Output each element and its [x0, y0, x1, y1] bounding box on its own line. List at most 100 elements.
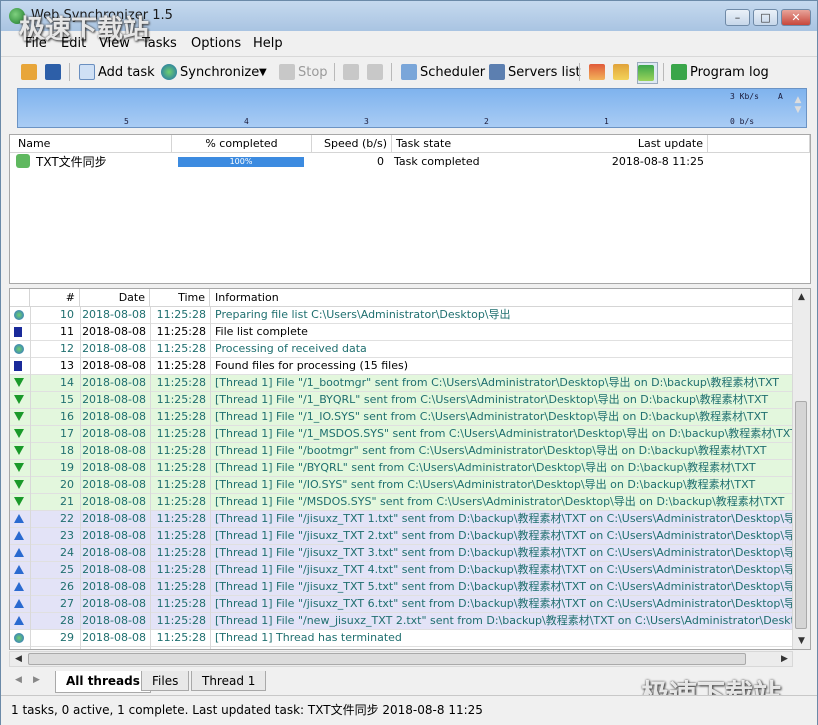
tab-scroll-right-icon[interactable]: ▶ — [33, 675, 40, 685]
scroll-left-arrow-icon[interactable]: ◀ — [10, 652, 27, 666]
toolbar-separator — [579, 63, 580, 81]
column-divider — [30, 307, 31, 649]
status-text: 1 tasks, 0 active, 1 complete. Last upda… — [11, 703, 483, 717]
move-down-button[interactable] — [367, 62, 386, 82]
log-row-time: 11:25:28 — [156, 563, 206, 576]
minimize-button[interactable]: – — [725, 9, 750, 26]
synchronize-dropdown[interactable]: ▼ — [259, 62, 267, 82]
log-row[interactable]: 18 2018-08-08 11:25:28 [Thread 1] File "/bo… — [10, 443, 794, 460]
scroll-up-arrow-icon[interactable]: ▲ — [793, 289, 810, 305]
task-name[interactable]: TXT文件同步 — [36, 154, 107, 170]
scheduler-button[interactable]: Scheduler — [401, 62, 485, 82]
menu-view[interactable]: View — [99, 36, 130, 51]
add-task-button[interactable]: Add task — [79, 62, 155, 82]
processing-icon — [14, 633, 24, 643]
log-row-info: [Thread 1] File "/BYQRL" sent from C:\Us… — [215, 461, 756, 474]
log-row[interactable]: 17 2018-08-08 11:25:28 [Thread 1] File "/1_… — [10, 426, 797, 443]
log-row[interactable]: 27 2018-08-08 11:25:28 [Thread 1] File "/ji… — [10, 596, 806, 613]
column-information[interactable]: Information — [210, 289, 794, 307]
tab-scroll-left-icon[interactable]: ◀ — [15, 675, 22, 685]
log-row[interactable]: 19 2018-08-08 11:25:28 [Thread 1] File "/BY… — [10, 460, 794, 477]
column-time[interactable]: Time — [150, 289, 210, 307]
move-up-button[interactable] — [343, 62, 362, 82]
triangle-down-icon — [14, 395, 24, 404]
log-row[interactable]: 12 2018-08-08 11:25:28 Processing of receiv… — [10, 341, 794, 358]
stop-button[interactable]: Stop — [279, 62, 328, 82]
menu-edit[interactable]: Edit — [61, 36, 86, 51]
chevron-down-icon: ▼ — [794, 105, 802, 115]
log-row-info: Preparing file list C:\Users\Administrat… — [215, 308, 511, 321]
menu-options[interactable]: Options — [191, 36, 241, 51]
column-icon[interactable] — [10, 289, 30, 307]
log-row-info: [Thread 1] File "/1_bootmgr" sent from C… — [215, 376, 780, 389]
log-row-date: 2018-08-08 — [82, 427, 146, 440]
task-sync-icon — [16, 154, 30, 168]
log-row-info: Found files for processing (15 files) — [215, 359, 409, 372]
scroll-down-arrow-icon[interactable]: ▼ — [793, 633, 810, 649]
column-speed[interactable]: Speed (b/s) — [312, 135, 392, 153]
servers-list-button[interactable]: Servers list — [489, 62, 581, 82]
program-log-button[interactable]: Program log — [671, 62, 769, 82]
priority-high-button[interactable] — [589, 62, 608, 82]
log-row[interactable]: 10 2018-08-08 11:25:28 Preparing file list … — [10, 307, 794, 324]
task-list: Name % completed Speed (b/s) Task state … — [9, 134, 811, 284]
log-row[interactable]: 13 2018-08-08 11:25:28 Found files for proc… — [10, 358, 794, 375]
column-name[interactable]: Name — [10, 135, 172, 153]
maximize-button[interactable]: □ — [753, 9, 778, 26]
floppy-save-icon — [45, 64, 61, 80]
save-button[interactable] — [45, 62, 64, 82]
priority-low-button[interactable] — [637, 62, 658, 84]
column-percent[interactable]: % completed — [172, 135, 312, 153]
priority-normal-button[interactable] — [613, 62, 632, 82]
graph-tick: 5 — [124, 117, 129, 126]
horizontal-scrollbar[interactable]: ◀ ▶ — [9, 651, 793, 667]
synchronize-button[interactable]: Synchronize — [161, 62, 259, 82]
vertical-scrollbar[interactable]: ▲ ▼ — [792, 289, 810, 649]
menu-tasks[interactable]: Tasks — [142, 36, 177, 51]
triangle-down-icon — [14, 463, 24, 472]
log-row[interactable]: 16 2018-08-08 11:25:28 [Thread 1] File "/1_… — [10, 409, 794, 426]
log-row-time: 11:25:28 — [156, 461, 206, 474]
tab-all-threads[interactable]: All threads — [55, 671, 151, 693]
horizontal-scroll-thumb[interactable] — [28, 653, 746, 665]
triangle-down-icon — [14, 446, 24, 455]
log-row[interactable]: 21 2018-08-08 11:25:28 [Thread 1] File "/MS… — [10, 494, 794, 511]
tab-thread-1[interactable]: Thread 1 — [191, 671, 267, 691]
log-row[interactable]: 11 2018-08-08 11:25:28 File list complete — [10, 324, 794, 341]
log-row-date: 2018-08-08 — [82, 461, 146, 474]
log-row[interactable]: 22 2018-08-08 11:25:28 [Thread 1] File "/ji… — [10, 511, 806, 528]
move-up-icon — [343, 64, 359, 80]
column-number[interactable]: # — [30, 289, 80, 307]
log-row-info: [Thread 1] File "/jisuxz_TXT 6.txt" sent… — [215, 597, 807, 610]
log-row[interactable]: 29 2018-08-08 11:25:28 [Thread 1] Thread ha… — [10, 630, 794, 647]
info-icon — [14, 327, 22, 337]
log-row[interactable]: 26 2018-08-08 11:25:28 [Thread 1] File "/ji… — [10, 579, 806, 596]
log-row-number: 16 — [60, 410, 74, 423]
log-row-date: 2018-08-08 — [82, 376, 146, 389]
vertical-scroll-thumb[interactable] — [795, 401, 807, 629]
column-date[interactable]: Date — [80, 289, 150, 307]
menu-help[interactable]: Help — [253, 36, 283, 51]
scroll-right-arrow-icon[interactable]: ▶ — [776, 652, 793, 666]
log-row[interactable]: 14 2018-08-08 11:25:28 [Thread 1] File "/1_… — [10, 375, 794, 392]
log-row-time: 11:25:28 — [156, 580, 206, 593]
log-row[interactable]: 23 2018-08-08 11:25:28 [Thread 1] File "/ji… — [10, 528, 806, 545]
graph-spinner[interactable]: ▲ ▼ — [792, 95, 804, 123]
log-row[interactable]: 15 2018-08-08 11:25:28 [Thread 1] File "/1_… — [10, 392, 794, 409]
tab-files[interactable]: Files — [141, 671, 190, 691]
open-button[interactable] — [21, 62, 40, 82]
log-row[interactable]: 24 2018-08-08 11:25:28 [Thread 1] File "/ji… — [10, 545, 806, 562]
servers-list-label: Servers list — [508, 64, 581, 80]
menu-file[interactable]: File — [25, 36, 47, 51]
log-row-time: 11:25:28 — [156, 529, 206, 542]
log-row-date: 2018-08-08 — [82, 308, 146, 321]
close-button[interactable]: ✕ — [781, 9, 811, 26]
chevron-up-icon: ▲ — [794, 95, 802, 105]
column-last-update[interactable]: Last update — [608, 135, 708, 153]
task-speed: 0 — [377, 155, 384, 168]
graph-tick: 3 — [364, 117, 369, 126]
log-row[interactable]: 25 2018-08-08 11:25:28 [Thread 1] File "/ji… — [10, 562, 806, 579]
log-row[interactable]: 20 2018-08-08 11:25:28 [Thread 1] File "/IO… — [10, 477, 794, 494]
log-row[interactable]: 28 2018-08-08 11:25:28 [Thread 1] File "/ne… — [10, 613, 810, 630]
processing-icon — [14, 310, 24, 320]
